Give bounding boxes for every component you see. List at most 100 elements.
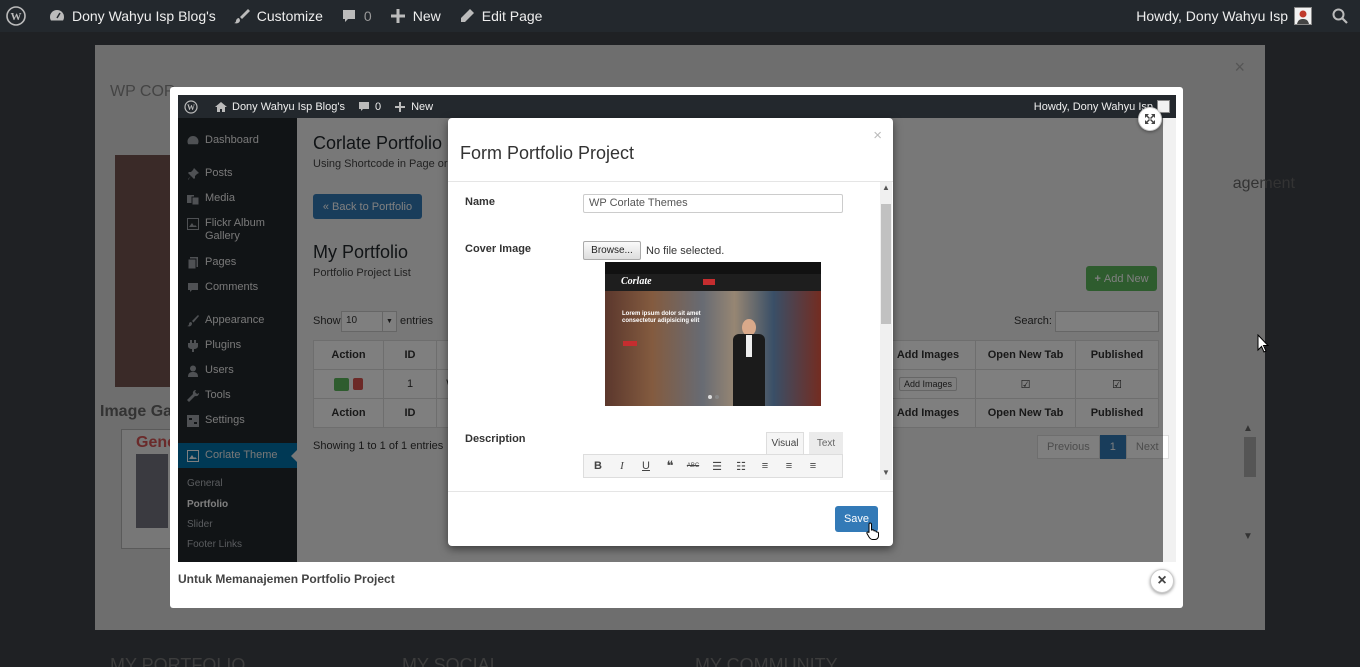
preview-hero-shade	[605, 291, 821, 406]
align-left-icon[interactable]: ≡	[755, 455, 775, 477]
name-label: Name	[465, 196, 495, 208]
name-input[interactable]: WP Corlate Themes	[583, 194, 843, 213]
expand-button[interactable]	[1138, 107, 1162, 131]
comments-count: 0	[363, 8, 372, 24]
plus-icon	[388, 6, 408, 26]
bg-image	[115, 155, 175, 387]
tab-text-label: Text	[816, 437, 836, 449]
new-content-link[interactable]: New	[380, 0, 449, 32]
preview-headline: Lorem ipsum dolor sit amet consectetur a…	[622, 311, 701, 324]
inner-comments-link[interactable]: 0	[351, 95, 387, 118]
inner-admin-bar: W Dony Wahyu Isp Blog's 0 New Howdy, Don…	[178, 95, 1176, 118]
align-right-icon[interactable]: ≡	[803, 455, 823, 477]
portfolio-form-modal: Form Portfolio Project × Name WP Corlate…	[448, 118, 893, 546]
bg-thumb	[136, 454, 168, 528]
site-name-link[interactable]: Dony Wahyu Isp Blog's	[39, 0, 224, 32]
search-button[interactable]	[1320, 0, 1360, 32]
modal-close-button[interactable]: ×	[873, 127, 882, 144]
inner-new-link[interactable]: New	[387, 95, 439, 118]
customize-label: Customize	[256, 8, 323, 24]
align-center-icon[interactable]: ≡	[779, 455, 799, 477]
name-input-value: WP Corlate Themes	[589, 197, 688, 209]
preview-dot	[708, 395, 712, 399]
new-label: New	[412, 8, 441, 24]
hand-cursor-icon	[866, 522, 880, 540]
plus-icon	[393, 100, 407, 114]
bg-bottom-portfolio: MY PORTFOLIO	[110, 655, 246, 667]
tab-visual[interactable]: Visual	[766, 432, 804, 454]
inner-new-label: New	[411, 100, 434, 113]
editor-toolbar: B I U ❝ ABC ☰ ☷ ≡ ≡ ≡	[583, 454, 843, 478]
preview-person	[729, 319, 769, 406]
modal-body: Name WP Corlate Themes Cover Image Brows…	[448, 182, 893, 492]
bg-management-text: agement	[1232, 175, 1295, 192]
preview-browser-bar	[605, 262, 821, 274]
preview-active-nav	[703, 279, 715, 285]
browse-label: Browse...	[591, 245, 633, 256]
dashboard-icon	[47, 6, 67, 26]
bg-bottom-community: MY COMMUNITY	[695, 655, 838, 667]
bullet-list-icon[interactable]: ☰	[707, 455, 727, 477]
scroll-up-icon[interactable]: ▲	[882, 183, 890, 192]
tab-visual-label: Visual	[771, 438, 799, 449]
quote-icon[interactable]: ❝	[660, 455, 680, 477]
bg-close-icon: ×	[1234, 57, 1245, 77]
preview-dot	[715, 395, 719, 399]
inner-howdy: Howdy, Dony Wahyu Isp	[1033, 100, 1153, 113]
wordpress-logo-button[interactable]: W	[0, 0, 39, 32]
file-status: No file selected.	[646, 245, 725, 257]
search-icon	[1330, 6, 1350, 26]
arrow-cursor-icon	[1257, 334, 1269, 353]
numbered-list-icon[interactable]: ☷	[731, 455, 751, 477]
wordpress-icon: W	[184, 99, 198, 114]
comments-link[interactable]: 0	[331, 0, 380, 32]
my-account-link[interactable]: Howdy, Dony Wahyu Isp	[1128, 0, 1320, 32]
modal-scroll-thumb[interactable]	[881, 204, 891, 324]
avatar	[1294, 7, 1312, 25]
bg-scrollbar[interactable]: ▲ ▼	[1243, 423, 1257, 543]
description-label: Description	[465, 433, 526, 445]
comment-icon	[339, 6, 359, 26]
strikethrough-icon[interactable]: ABC	[683, 455, 703, 477]
inner-wordpress-logo[interactable]: W	[178, 95, 208, 118]
edit-page-link[interactable]: Edit Page	[449, 0, 551, 32]
tab-text[interactable]: Text	[809, 432, 843, 454]
italic-icon[interactable]: I	[612, 455, 632, 477]
inner-site-name: Dony Wahyu Isp Blog's	[232, 100, 345, 113]
preview-logo: Corlate	[621, 276, 652, 287]
underline-icon[interactable]: U	[636, 455, 656, 477]
lightbox-close-button[interactable]: ×	[1150, 569, 1174, 593]
preview-nav: Corlate	[605, 274, 821, 291]
modal-title: Form Portfolio Project	[460, 143, 635, 163]
brush-icon	[232, 6, 252, 26]
pencil-icon	[457, 6, 477, 26]
lightbox-caption: Untuk Memanajemen Portfolio Project	[178, 572, 395, 586]
comment-icon	[357, 100, 371, 114]
bg-title: WP COR	[110, 83, 176, 100]
bg-scroll-thumb[interactable]	[1244, 437, 1256, 477]
bg-scroll-down-icon: ▼	[1243, 531, 1253, 542]
preview-hero: Lorem ipsum dolor sit amet consectetur a…	[605, 291, 821, 406]
site-name: Dony Wahyu Isp Blog's	[72, 8, 216, 24]
howdy-text: Howdy, Dony Wahyu Isp	[1136, 8, 1288, 24]
bg-image-gallery: Image Gal	[100, 403, 177, 420]
customize-link[interactable]: Customize	[224, 0, 331, 32]
modal-footer: Save	[448, 491, 893, 546]
wordpress-icon: W	[6, 6, 26, 26]
expand-icon	[1145, 114, 1155, 124]
modal-scrollbar[interactable]: ▲ ▼	[880, 182, 892, 480]
bold-icon[interactable]: B	[588, 455, 608, 477]
inner-site-name-link[interactable]: Dony Wahyu Isp Blog's	[208, 95, 351, 118]
svg-text:W: W	[11, 11, 22, 23]
cover-image-label: Cover Image	[465, 243, 532, 255]
scroll-down-icon[interactable]: ▼	[882, 468, 890, 477]
preview-cta	[623, 341, 637, 346]
browse-button[interactable]: Browse...	[583, 241, 641, 260]
home-icon	[214, 100, 228, 114]
svg-text:W: W	[187, 103, 195, 112]
cover-image-preview: Corlate Lorem ipsum dolor sit amet conse…	[605, 262, 821, 406]
bg-bottom-social: MY SOCIAL	[402, 655, 500, 667]
bg-scroll-up-icon: ▲	[1243, 423, 1253, 434]
close-icon: ×	[1157, 572, 1167, 589]
edit-page-label: Edit Page	[481, 8, 543, 24]
